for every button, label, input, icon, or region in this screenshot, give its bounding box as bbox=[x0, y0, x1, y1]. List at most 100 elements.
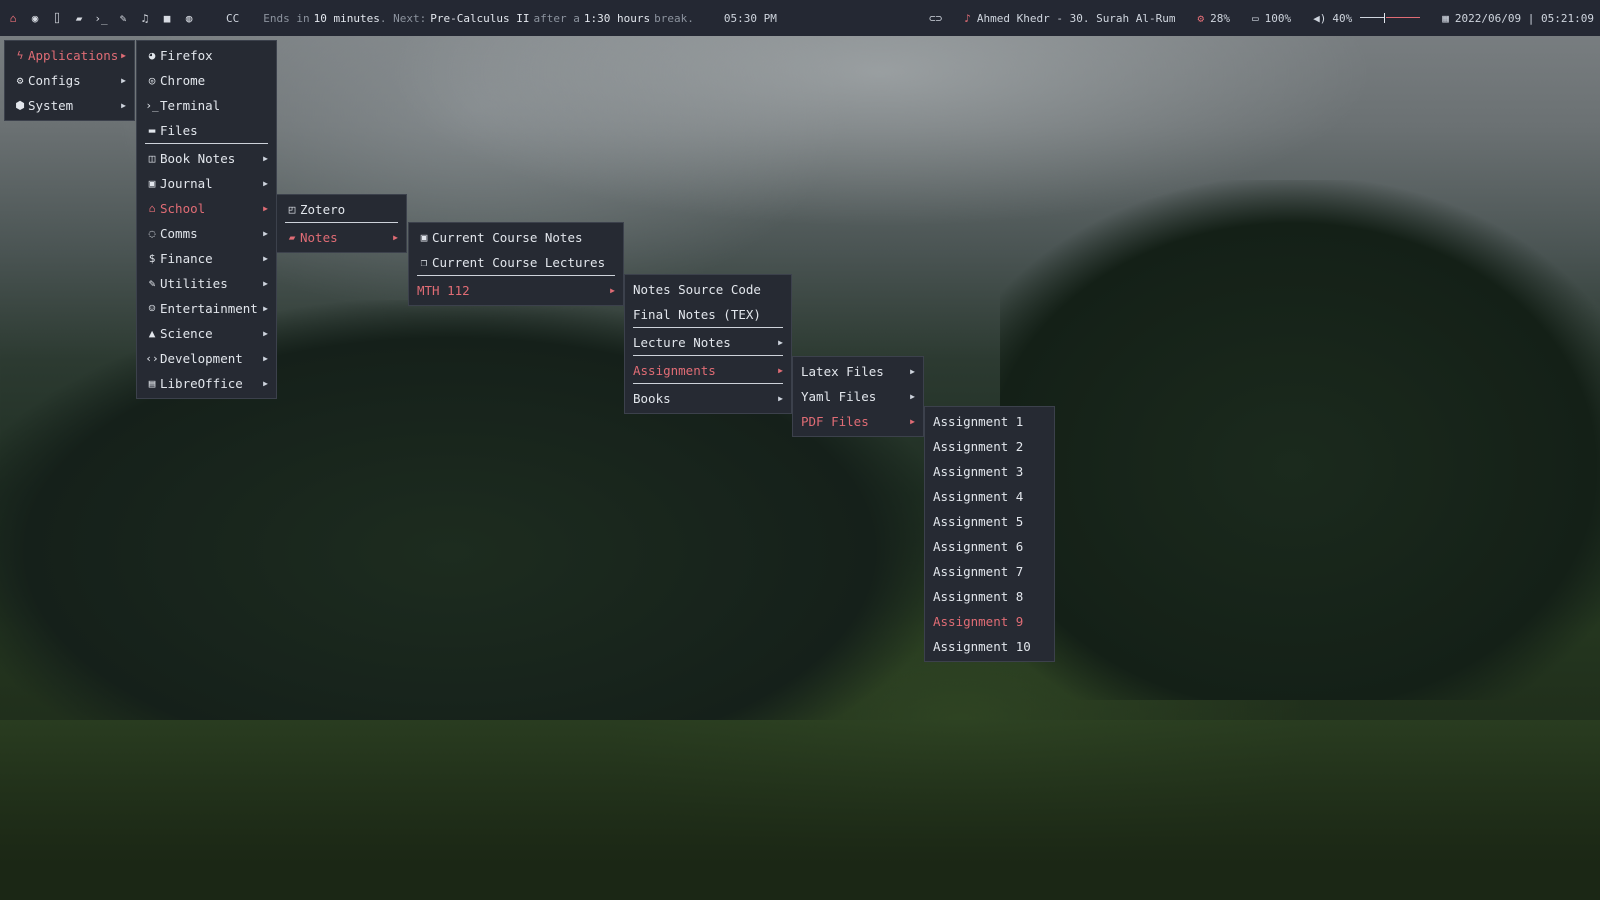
menu-item-book-notes[interactable]: ◫ Book Notes ▶ bbox=[137, 146, 276, 171]
toggle-icon[interactable]: ⊂⊃ bbox=[929, 12, 942, 25]
submenu-arrow-icon: ▶ bbox=[910, 392, 915, 401]
submenu-arrow-icon: ▶ bbox=[778, 394, 783, 403]
menu-item-terminal[interactable]: ›_ Terminal bbox=[137, 93, 276, 118]
cpu-value: 28% bbox=[1210, 11, 1231, 25]
menu-item-assignment-4[interactable]: Assignment 4 bbox=[925, 484, 1054, 509]
submenu-arrow-icon: ▶ bbox=[778, 366, 783, 375]
menu-item-label: PDF Files bbox=[801, 414, 869, 429]
flask-icon: ▲ bbox=[148, 327, 156, 340]
menu-item-zotero[interactable]: ◰ Zotero bbox=[277, 197, 406, 222]
menu-item-current-course-lectures[interactable]: ❐ Current Course Lectures bbox=[409, 250, 623, 275]
image-file-icon: ▣ bbox=[420, 231, 428, 244]
menu-item-configs[interactable]: ⚙ Configs ▶ bbox=[5, 68, 134, 93]
menu-item-development[interactable]: ‹› Development ▶ bbox=[137, 346, 276, 371]
menu-item-chrome[interactable]: ◎ Chrome bbox=[137, 68, 276, 93]
school-icon: ⌂ bbox=[148, 202, 156, 215]
menu-item-pdf-files[interactable]: PDF Files ▶ bbox=[793, 409, 923, 434]
video-icon[interactable]: ■ bbox=[156, 12, 178, 25]
bank-icon[interactable]: ⌷ bbox=[46, 12, 68, 25]
notes-icon: ▰ bbox=[288, 231, 296, 244]
volume-control[interactable]: ◀) 40% bbox=[1313, 12, 1421, 25]
chrome-icon: ◎ bbox=[148, 74, 156, 87]
after-label: after a bbox=[533, 11, 580, 25]
home-icon[interactable]: ⌂ bbox=[2, 12, 24, 25]
menu-item-label: Book Notes bbox=[160, 151, 236, 166]
menu-item-assignments[interactable]: Assignments ▶ bbox=[625, 358, 791, 383]
submenu-arrow-icon: ▶ bbox=[393, 233, 398, 242]
menu-item-final-notes-tex[interactable]: Final Notes (TEX) bbox=[625, 302, 791, 327]
menu-item-school[interactable]: ⌂ School ▶ bbox=[137, 196, 276, 221]
menu-item-label: Assignment 7 bbox=[933, 564, 1024, 579]
menu-item-lecture-notes[interactable]: Lecture Notes ▶ bbox=[625, 330, 791, 355]
menu-item-finance[interactable]: $ Finance ▶ bbox=[137, 246, 276, 271]
menu-item-assignment-9[interactable]: Assignment 9 bbox=[925, 609, 1054, 634]
smile-icon: ☺ bbox=[148, 302, 156, 315]
comment-icon: ◌ bbox=[148, 227, 156, 240]
menu-item-assignment-2[interactable]: Assignment 2 bbox=[925, 434, 1054, 459]
menu-item-notes[interactable]: ▰ Notes ▶ bbox=[277, 225, 406, 250]
menu-item-utilities[interactable]: ✎ Utilities ▶ bbox=[137, 271, 276, 296]
edit-icon[interactable]: ✎ bbox=[112, 12, 134, 25]
top-status-bar: ⌂ ◉ ⌷ ▰ ›_ ✎ ♫ ■ ◍ CC Ends in 10 minutes.… bbox=[0, 0, 1600, 36]
journal-icon: ▣ bbox=[148, 177, 156, 190]
menu-item-books[interactable]: Books ▶ bbox=[625, 386, 791, 411]
status-area: ⊂⊃ ♪ Ahmed Khedr - 30. Surah Al-Rum ⚙ 28% … bbox=[907, 0, 1594, 36]
gears-icon: ⚙ bbox=[16, 74, 24, 87]
battery-value: 100% bbox=[1264, 11, 1292, 25]
menu-item-label: Journal bbox=[160, 176, 213, 191]
menu-item-assignment-3[interactable]: Assignment 3 bbox=[925, 459, 1054, 484]
menu-item-label: Utilities bbox=[160, 276, 228, 291]
volume-slider[interactable] bbox=[1360, 13, 1421, 23]
menu-item-label: Assignment 8 bbox=[933, 589, 1024, 604]
wallpaper-hill-right bbox=[1000, 180, 1600, 700]
menu-item-notes-source-code[interactable]: Notes Source Code bbox=[625, 277, 791, 302]
menu-item-label: Notes bbox=[300, 230, 338, 245]
menu-item-applications[interactable]: ϟ Applications ▶ bbox=[5, 43, 134, 68]
menu-item-libreoffice[interactable]: ▤ LibreOffice ▶ bbox=[137, 371, 276, 396]
menu-item-comms[interactable]: ◌ Comms ▶ bbox=[137, 221, 276, 246]
menu-notes: ▣ Current Course Notes ❐ Current Course Lec… bbox=[408, 222, 624, 306]
submenu-arrow-icon: ▶ bbox=[263, 279, 268, 288]
copy-icon: ❐ bbox=[420, 256, 428, 269]
menu-item-mth-112[interactable]: MTH 112 ▶ bbox=[409, 278, 623, 303]
menu-item-label: Assignment 5 bbox=[933, 514, 1024, 529]
menu-item-assignment-7[interactable]: Assignment 7 bbox=[925, 559, 1054, 584]
menu-item-latex-files[interactable]: Latex Files ▶ bbox=[793, 359, 923, 384]
menu-item-label: Firefox bbox=[160, 48, 213, 63]
menu-item-system[interactable]: ⬢ System ▶ bbox=[5, 93, 134, 118]
class-time: 05:30 PM bbox=[723, 11, 777, 25]
break-label: break. bbox=[654, 11, 694, 25]
now-playing[interactable]: ♪ Ahmed Khedr - 30. Surah Al-Rum bbox=[964, 12, 1175, 25]
menu-item-assignment-1[interactable]: Assignment 1 bbox=[925, 409, 1054, 434]
chat-icon[interactable]: ◍ bbox=[178, 12, 200, 25]
terminal-icon[interactable]: ›_ bbox=[90, 12, 112, 25]
menu-item-science[interactable]: ▲ Science ▶ bbox=[137, 321, 276, 346]
menu-item-assignment-6[interactable]: Assignment 6 bbox=[925, 534, 1054, 559]
folder-icon[interactable]: ▰ bbox=[68, 12, 90, 25]
menu-item-label: Chrome bbox=[160, 73, 206, 88]
menu-item-assignment-10[interactable]: Assignment 10 bbox=[925, 634, 1054, 659]
code-icon: ‹› bbox=[145, 352, 159, 365]
submenu-arrow-icon: ▶ bbox=[263, 154, 268, 163]
menu-item-label: Development bbox=[160, 351, 243, 366]
menu-item-yaml-files[interactable]: Yaml Files ▶ bbox=[793, 384, 923, 409]
submenu-arrow-icon: ▶ bbox=[263, 179, 268, 188]
menu-item-entertainment[interactable]: ☺ Entertainment ▶ bbox=[137, 296, 276, 321]
menu-item-label: Yaml Files bbox=[801, 389, 877, 404]
dollar-icon: $ bbox=[148, 252, 156, 265]
menu-item-label: Lecture Notes bbox=[633, 335, 731, 350]
globe-icon[interactable]: ◉ bbox=[24, 12, 46, 25]
menu-item-files[interactable]: ▬ Files bbox=[137, 118, 276, 143]
wrench-icon: ✎ bbox=[148, 277, 156, 290]
menu-item-label: LibreOffice bbox=[160, 376, 243, 391]
firefox-icon: ◕ bbox=[148, 49, 156, 62]
music-icon[interactable]: ♫ bbox=[134, 12, 156, 25]
submenu-arrow-icon: ▶ bbox=[263, 254, 268, 263]
menu-item-assignment-5[interactable]: Assignment 5 bbox=[925, 509, 1054, 534]
menu-item-firefox[interactable]: ◕ Firefox bbox=[137, 43, 276, 68]
datetime-value: 2022/06/09 | 05:21:09 bbox=[1454, 11, 1594, 25]
menu-item-journal[interactable]: ▣ Journal ▶ bbox=[137, 171, 276, 196]
menu-item-current-course-notes[interactable]: ▣ Current Course Notes bbox=[409, 225, 623, 250]
terminal-icon: ›_ bbox=[145, 99, 159, 112]
menu-item-assignment-8[interactable]: Assignment 8 bbox=[925, 584, 1054, 609]
